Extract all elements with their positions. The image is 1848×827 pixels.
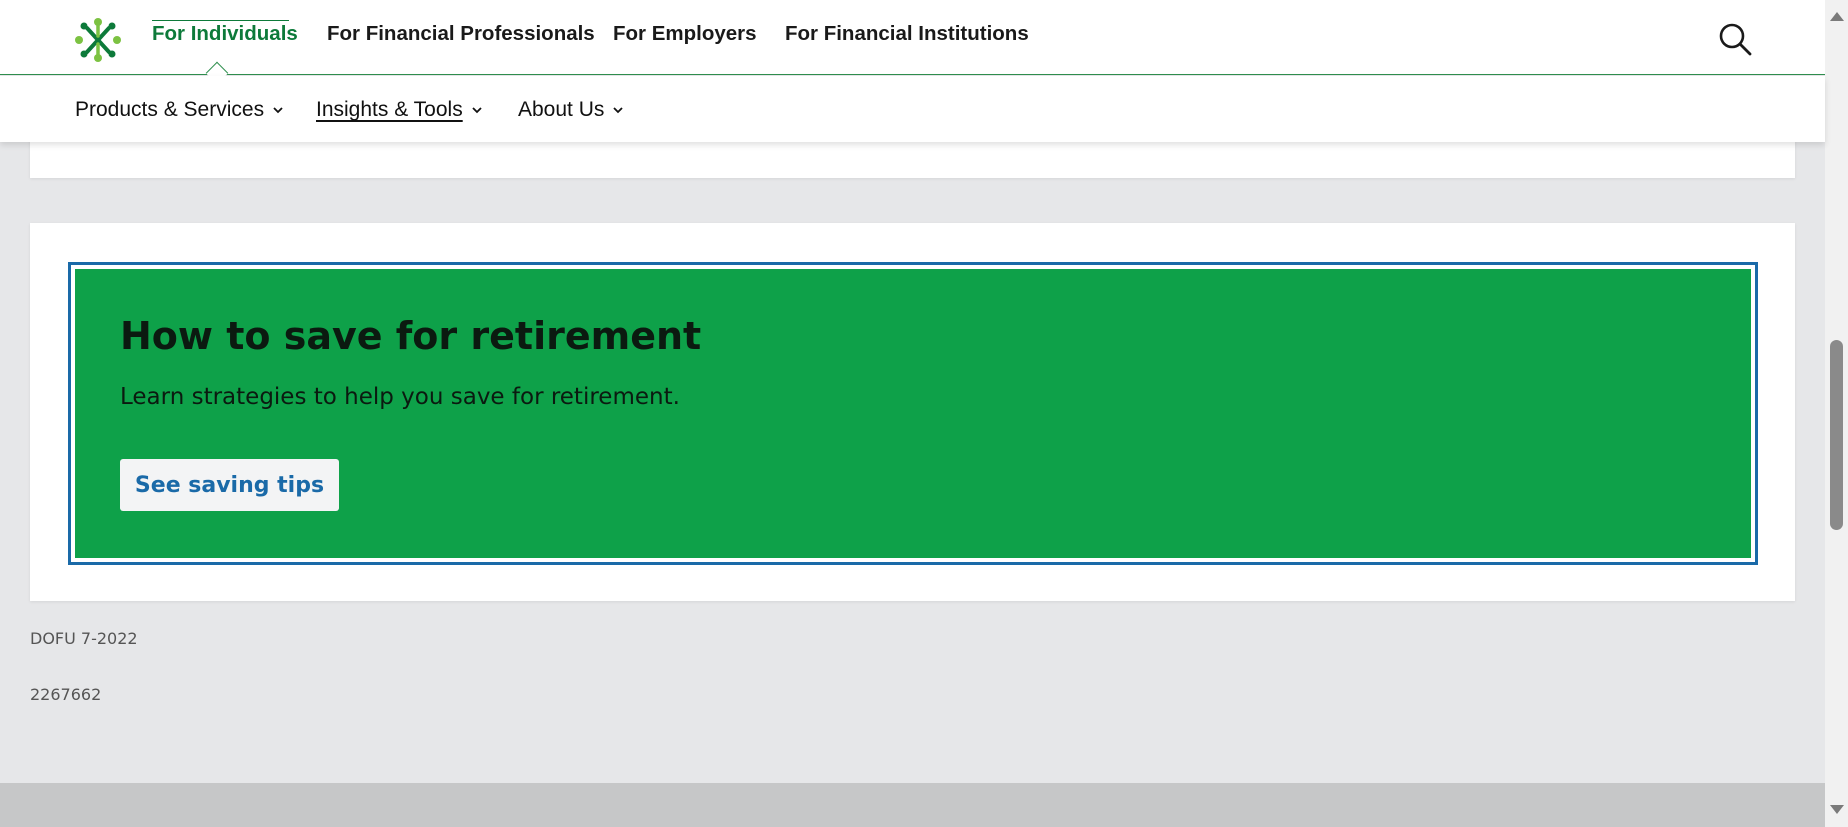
nav-for-financial-professionals[interactable]: For Financial Professionals xyxy=(327,22,595,46)
top-header: For Individuals For Financial Profession… xyxy=(0,0,1825,75)
promo-banner: How to save for retirement Learn strateg… xyxy=(75,269,1751,558)
promo-card: How to save for retirement Learn strateg… xyxy=(30,223,1795,601)
scrollbar-thumb[interactable] xyxy=(1830,340,1843,530)
subnav-products-services[interactable]: Products & Services xyxy=(75,98,284,122)
subnav-label: Insights & Tools xyxy=(316,98,463,121)
nav-for-employers[interactable]: For Employers xyxy=(613,22,757,46)
search-icon[interactable] xyxy=(1718,22,1752,56)
promo-title: How to save for retirement xyxy=(120,314,702,358)
chevron-down-icon xyxy=(273,107,283,114)
page-scrollbar[interactable] xyxy=(1825,0,1848,827)
chevron-down-icon xyxy=(613,107,624,114)
chevron-down-icon xyxy=(472,107,482,114)
subnav-label: About Us xyxy=(518,98,605,121)
footnote-code: 2267662 xyxy=(30,685,102,704)
see-saving-tips-button[interactable]: See saving tips xyxy=(120,459,339,511)
footer-band xyxy=(0,783,1825,827)
scroll-up-arrow-icon[interactable] xyxy=(1830,12,1844,21)
subnav-label: Products & Services xyxy=(75,98,265,121)
subnav-insights-tools[interactable]: Insights & Tools xyxy=(316,98,483,122)
promo-description: Learn strategies to help you save for re… xyxy=(120,384,680,410)
promo-focus-outline: How to save for retirement Learn strateg… xyxy=(68,262,1758,565)
footnote-dofu: DOFU 7-2022 xyxy=(30,629,138,648)
subnav-about-us[interactable]: About Us xyxy=(518,98,624,122)
nav-for-financial-institutions[interactable]: For Financial Institutions xyxy=(785,22,1029,46)
scroll-down-arrow-icon[interactable] xyxy=(1830,805,1844,814)
secondary-nav: Products & Services Insights & Tools Abo… xyxy=(0,76,1825,142)
brand-logo-icon[interactable] xyxy=(73,16,123,64)
active-tab-indicator xyxy=(152,20,289,21)
nav-for-individuals[interactable]: For Individuals xyxy=(152,22,298,46)
